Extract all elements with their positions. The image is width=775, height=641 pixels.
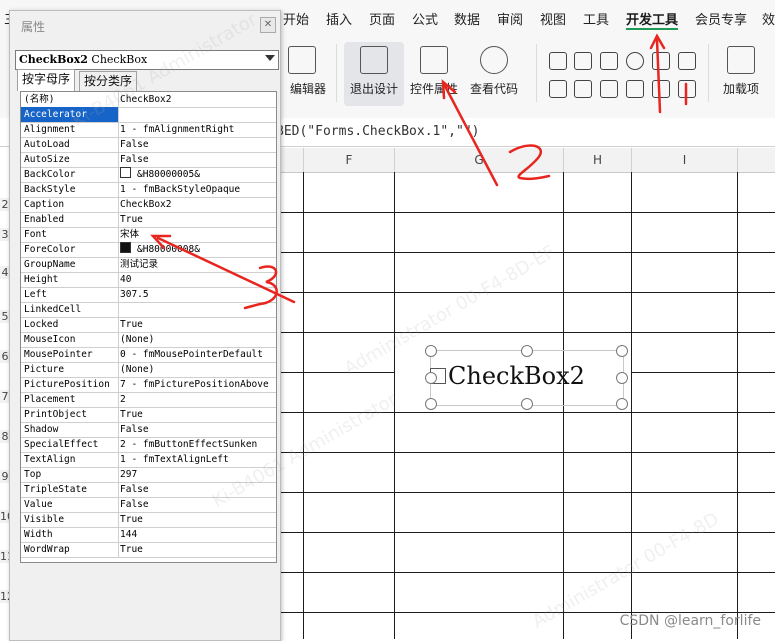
- credit-text: CSDN @learn_forlife: [619, 613, 761, 629]
- annotation-arrow-1: [655, 38, 662, 114]
- annotation-overlay: [150, 33, 688, 310]
- annotation-mark-2: [508, 144, 551, 181]
- annotation-arrow-2: [443, 84, 499, 187]
- annotation-arrow-3: [156, 236, 296, 304]
